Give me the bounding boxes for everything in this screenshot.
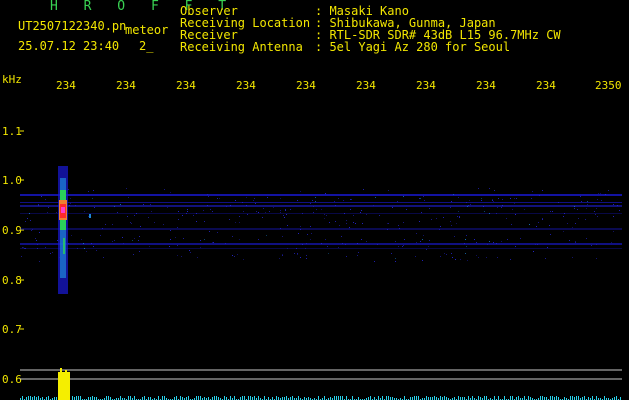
info-row-antenna: Receiving Antenna : 5el Yagi Az 280 for …: [180, 41, 561, 53]
x-tick-label: 234: [296, 79, 316, 92]
y-tick-label: 0.9: [2, 224, 22, 237]
baseline-noise: [20, 396, 621, 400]
y-axis-unit: kHz: [2, 73, 22, 86]
info-key: Receiving Antenna: [180, 40, 303, 54]
timestamp: 25.07.12 23:40: [18, 39, 120, 53]
x-tick-label: 2350: [595, 79, 622, 92]
y-tick-label: 1.0: [2, 174, 22, 187]
x-tick-label: 234: [56, 79, 76, 92]
spectrogram-screen: { "header": { "title": "H R O F F T", "f…: [0, 0, 629, 400]
x-tick-label: 234: [476, 79, 496, 92]
noise-bands: [20, 194, 622, 249]
y-tick-label: 0.6: [2, 373, 22, 386]
spectrogram-plot: [20, 98, 622, 400]
info-value: : 5el Yagi Az 280 for Seoul: [315, 40, 511, 54]
tick-marks: [20, 130, 24, 380]
x-tick-label: 234: [176, 79, 196, 92]
y-tick-label: 0.7: [2, 323, 22, 336]
x-tick-label: 234: [356, 79, 376, 92]
spectrogram-canvas: [20, 130, 622, 400]
noise-specks: [21, 188, 620, 262]
station-info: Observer : Masaki Kano Receiving Locatio…: [180, 5, 561, 53]
x-tick-label: 234: [536, 79, 556, 92]
event-count: 2_: [139, 39, 154, 53]
event-label: meteor: [125, 23, 169, 37]
y-tick-label: 0.8: [2, 274, 22, 287]
file-name: UT2507122340.pn: [18, 19, 127, 33]
baseline-area: [20, 368, 622, 400]
x-tick-label: 234: [116, 79, 136, 92]
x-tick-label: 234: [416, 79, 436, 92]
y-tick-label: 1.1: [2, 125, 22, 138]
x-tick-label: 234: [236, 79, 256, 92]
